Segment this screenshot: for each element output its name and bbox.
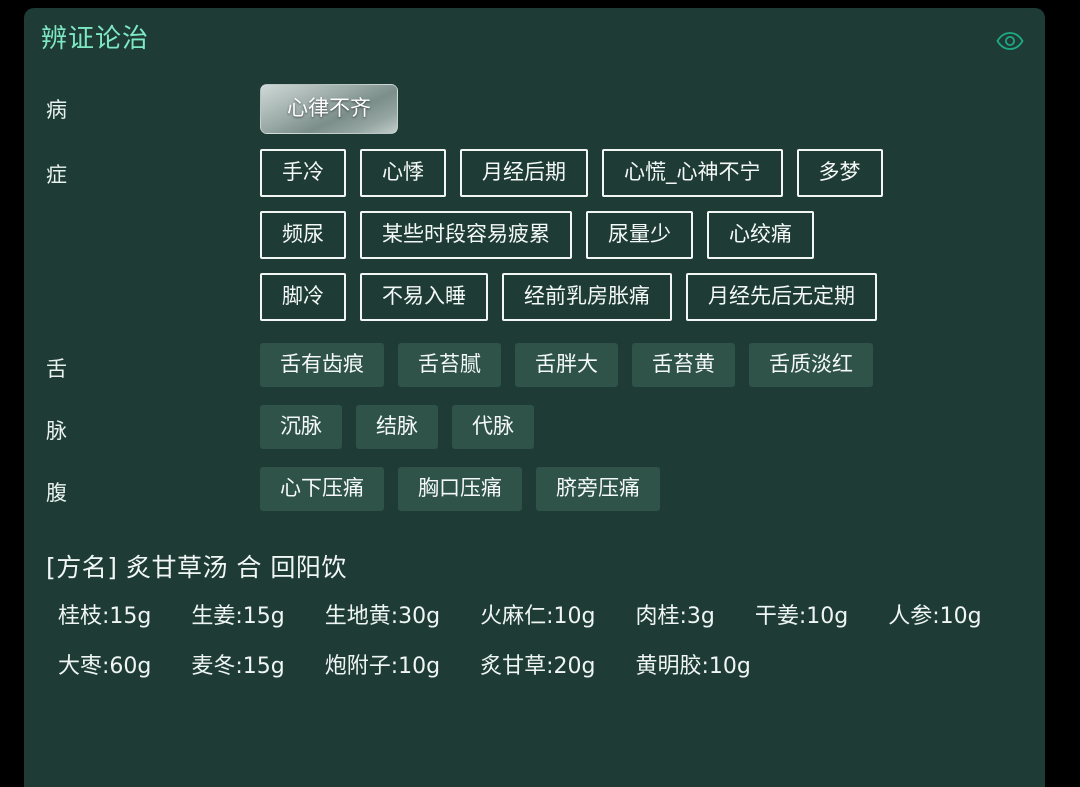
row-label-spacer [24, 273, 260, 289]
symptom-chip[interactable]: 尿量少 [586, 211, 693, 259]
tongue-chip[interactable]: 舌苔腻 [398, 343, 501, 387]
tongue-chip[interactable]: 舌有齿痕 [260, 343, 384, 387]
herb-item: 黄明胶:10g [635, 654, 751, 679]
herb-item: 干姜:10g [754, 604, 849, 629]
herb-item: 生姜:15g [191, 604, 285, 629]
row-label-spacer [24, 211, 260, 227]
herb-line-1: 桂枝:15g 生姜:15g 生地黄:30g 火麻仁:10g 肉桂:3g 干姜:1… [46, 606, 1023, 628]
symptom-chip[interactable]: 心慌_心神不宁 [602, 149, 783, 197]
symptom-chip[interactable]: 多梦 [796, 149, 883, 197]
symptom-chip[interactable]: 月经后期 [460, 149, 588, 197]
symptom-chip[interactable]: 脚冷 [260, 273, 346, 321]
abdomen-chip[interactable]: 脐旁压痛 [536, 467, 660, 511]
pulse-chip[interactable]: 代脉 [452, 405, 534, 449]
symptom-chip[interactable]: 经前乳房胀痛 [502, 273, 672, 321]
herb-item: 人参:10g [888, 604, 982, 629]
herb-item: 炙甘草:20g [480, 654, 596, 679]
herb-item: 大枣:60g [58, 654, 152, 679]
symptom-chip-group-1: 手冷 心悸 月经后期 心慌_心神不宁 多梦 [260, 149, 1045, 197]
row-label-disease: 病 [46, 98, 67, 122]
row-tongue: 舌 舌有齿痕 舌苔腻 舌胖大 舌苔黄 舌质淡红 [24, 343, 1045, 387]
tongue-chip-group: 舌有齿痕 舌苔腻 舌胖大 舌苔黄 舌质淡红 [260, 343, 1045, 387]
pulse-chip[interactable]: 沉脉 [260, 405, 342, 449]
symptom-chip-group-3: 脚冷 不易入睡 经前乳房胀痛 月经先后无定期 [260, 273, 1045, 321]
herb-item: 生地黄:30g [324, 604, 441, 629]
differentiation-rows: 病 心律不齐 症 手冷 心悸 月经后期 心慌_心神不宁 多梦 频尿 某些时段容易… [24, 84, 1045, 511]
symptom-chip[interactable]: 月经先后无定期 [686, 273, 877, 321]
row-disease: 病 心律不齐 [24, 84, 1045, 134]
herb-line-2: 大枣:60g 麦冬:15g 炮附子:10g 炙甘草:20g 黄明胶:10g [46, 656, 1023, 678]
eye-icon[interactable] [995, 30, 1025, 52]
row-symptom-continued: 脚冷 不易入睡 经前乳房胀痛 月经先后无定期 [24, 273, 1045, 321]
row-label-symptom: 症 [46, 163, 67, 187]
tongue-chip[interactable]: 舌胖大 [515, 343, 618, 387]
pulse-chip[interactable]: 结脉 [356, 405, 438, 449]
symptom-chip[interactable]: 频尿 [260, 211, 346, 259]
herb-item: 炮附子:10g [324, 654, 441, 679]
abdomen-chip[interactable]: 胸口压痛 [398, 467, 522, 511]
pulse-chip-group: 沉脉 结脉 代脉 [260, 405, 1045, 449]
row-label-abdomen: 腹 [46, 481, 67, 505]
disease-chip-group: 心律不齐 [260, 84, 1045, 134]
herb-item: 火麻仁:10g [480, 604, 596, 629]
page-title: 辨证论治 [41, 24, 150, 54]
symptom-chip[interactable]: 心绞痛 [707, 211, 814, 259]
herb-item: 桂枝:15g [58, 604, 152, 629]
prescription-section: [方名] 炙甘草汤 合 回阳饮 桂枝:15g 生姜:15g 生地黄:30g 火麻… [24, 555, 1045, 678]
prescription-title: [方名] 炙甘草汤 合 回阳饮 [46, 553, 347, 582]
row-label-pulse: 脉 [46, 419, 67, 443]
symptom-chip-group-2: 频尿 某些时段容易疲累 尿量少 心绞痛 [260, 211, 1045, 259]
row-symptom-continued: 频尿 某些时段容易疲累 尿量少 心绞痛 [24, 211, 1045, 259]
card-header: 辨证论治 [24, 8, 1045, 64]
row-abdomen: 腹 心下压痛 胸口压痛 脐旁压痛 [24, 467, 1045, 511]
row-label-tongue: 舌 [46, 357, 67, 381]
herb-item: 肉桂:3g [635, 604, 715, 629]
syndrome-differentiation-card: 辨证论治 病 心律不齐 症 手冷 心悸 月经后期 心慌_心神不宁 多梦 频尿 某… [24, 8, 1045, 787]
symptom-chip[interactable]: 某些时段容易疲累 [360, 211, 572, 259]
abdomen-chip-group: 心下压痛 胸口压痛 脐旁压痛 [260, 467, 1045, 511]
symptom-chip[interactable]: 手冷 [260, 149, 346, 197]
abdomen-chip[interactable]: 心下压痛 [260, 467, 384, 511]
row-symptom: 症 手冷 心悸 月经后期 心慌_心神不宁 多梦 [24, 149, 1045, 197]
symptom-chip[interactable]: 心悸 [360, 149, 446, 197]
tongue-chip[interactable]: 舌质淡红 [749, 343, 873, 387]
symptom-chip[interactable]: 不易入睡 [360, 273, 488, 321]
disease-chip[interactable]: 心律不齐 [260, 84, 398, 134]
row-pulse: 脉 沉脉 结脉 代脉 [24, 405, 1045, 449]
tongue-chip[interactable]: 舌苔黄 [632, 343, 735, 387]
herb-item: 麦冬:15g [191, 654, 285, 679]
